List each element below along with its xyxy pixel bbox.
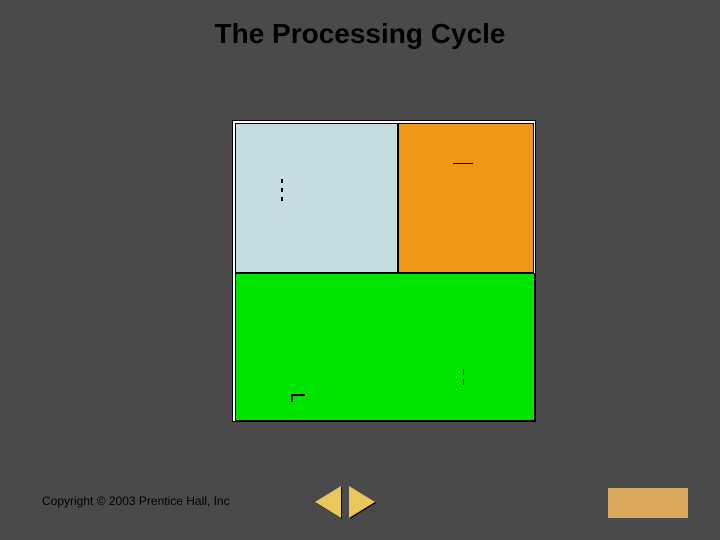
diagram-mark	[463, 379, 464, 385]
processing-cycle-diagram	[232, 120, 536, 422]
diagram-quadrant-bottom	[235, 273, 535, 421]
diagram-mark	[463, 369, 464, 375]
diagram-mark	[291, 394, 305, 402]
prev-button[interactable]	[315, 486, 341, 518]
diagram-quadrant-top-left	[235, 123, 398, 273]
copyright-text: Copyright © 2003 Prentice Hall, Inc	[42, 494, 230, 508]
diagram-mark	[281, 197, 283, 201]
slide-title: The Processing Cycle	[0, 0, 720, 50]
action-button[interactable]	[608, 488, 688, 518]
diagram-mark	[453, 163, 473, 164]
diagram-mark	[281, 188, 283, 192]
diagram-mark	[281, 179, 283, 183]
next-button[interactable]	[349, 486, 375, 518]
diagram-quadrant-top-right	[398, 123, 534, 273]
nav-controls	[315, 486, 375, 518]
